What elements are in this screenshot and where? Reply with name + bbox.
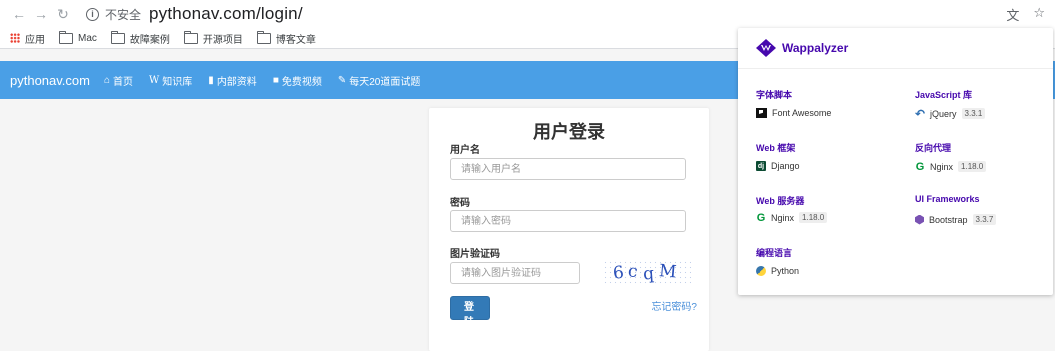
tech-nginx-server[interactable]: G Nginx 1.18.0 [756,211,828,224]
bookmark-label: 开源项目 [202,34,243,46]
captcha-input[interactable] [450,262,580,284]
tech-bootstrap[interactable]: Bootstrap 3.3.7 [915,214,997,225]
pencil-icon: ✎ [337,74,347,86]
password-label: 密码 [450,198,470,209]
folder-icon [110,30,125,44]
back-arrow-icon[interactable]: ← [10,6,28,22]
video-camera-icon: ■ [272,74,279,86]
forward-arrow-icon[interactable]: → [32,6,50,22]
tech-version: 1.18.0 [799,212,828,223]
captcha-image[interactable]: 6 c q M [603,260,691,285]
nav-item-knowledge[interactable]: W 知识库 [149,73,192,88]
wappalyzer-popup: Wappalyzer 字体脚本 Font Awesome Web 框架 dj D… [738,28,1053,295]
bookmark-mac[interactable]: Mac [59,30,97,44]
site-brand-link[interactable]: pythonav.com [10,73,90,88]
bookmark-apps[interactable]: 应用 [10,31,45,46]
tech-name: Nginx [930,161,954,172]
address-bar-url[interactable]: pythonav.com/login/ [149,4,303,24]
tech-jquery[interactable]: ↶ jQuery 3.3.1 [914,106,986,121]
django-icon: dj [756,161,766,171]
tech-python[interactable]: Python [756,266,799,276]
category-programming-language: 编程语言 [756,248,793,258]
nginx-icon: G [915,160,925,173]
home-icon: ⌂ [103,74,111,86]
bootstrap-icon [915,214,924,225]
bookmark-label: 博客文章 [275,34,316,46]
toolbar-right-actions: 文 ☆ [1006,5,1045,24]
wappalyzer-header: Wappalyzer [738,28,1053,69]
bookmark-label: Mac [78,32,97,44]
tech-version: 3.3.1 [961,108,986,119]
font-awesome-flag-icon [756,108,767,118]
wappalyzer-title: Wappalyzer [782,41,849,55]
category-web-framework: Web 框架 [756,143,796,153]
nav-item-label: 免费视频 [281,76,322,88]
tech-version: 1.18.0 [958,161,987,172]
tech-name: Django [771,161,800,171]
book-icon: ▮ [208,74,214,86]
captcha-char: q [642,263,660,285]
username-input[interactable] [450,158,686,180]
category-web-server: Web 服务器 [756,196,805,206]
nav-item-home[interactable]: ⌂ 首页 [104,73,133,88]
tech-name: Bootstrap [929,214,968,225]
folder-icon [183,30,198,44]
tech-name: Nginx [771,212,795,223]
jquery-icon: ↶ [914,106,926,121]
browser-toolbar: ← → ↻ i 不安全 pythonav.com/login/ 文 ☆ [0,0,1055,29]
nav-item-internal-docs[interactable]: ▮ 内部资料 [208,73,257,88]
tech-django[interactable]: dj Django [756,161,800,171]
tech-name: jQuery [930,108,957,119]
bookmark-fault-cases[interactable]: 故障案例 [110,30,170,46]
nav-item-label: 知识库 [162,76,193,88]
reload-icon[interactable]: ↻ [54,6,72,23]
wappalyzer-logo-icon [756,39,776,57]
bookmark-open-source[interactable]: 开源项目 [183,30,243,46]
category-ui-frameworks: UI Frameworks [915,194,980,204]
category-javascript-library: JavaScript 库 [915,90,973,100]
bookmark-label: 故障案例 [129,34,170,46]
login-submit-button[interactable]: 登 陆 [450,296,490,328]
category-font-scripts: 字体脚本 [756,90,793,100]
apps-grid-icon [10,33,20,43]
tech-font-awesome[interactable]: Font Awesome [756,108,831,118]
python-icon [756,266,766,276]
tech-nginx-proxy[interactable]: G Nginx 1.18.0 [915,160,987,173]
login-card: 用户登录 用户名 密码 图片验证码 6 c q M 登 陆 忘记密码? [429,108,709,351]
nav-item-label: 每天20道面试题 [349,76,421,88]
password-input[interactable] [450,210,686,232]
folder-icon [59,30,73,44]
insecure-label[interactable]: 不安全 [105,6,141,23]
bookmark-blog[interactable]: 博客文章 [256,30,316,46]
nginx-icon: G [756,211,766,224]
folder-icon [256,30,271,44]
forgot-password-link[interactable]: 忘记密码? [651,298,697,313]
username-label: 用户名 [450,145,480,156]
captcha-label: 图片验证码 [450,249,500,260]
nav-item-free-videos[interactable]: ■ 免费视频 [273,73,322,88]
captcha-char: M [658,261,683,283]
wikipedia-w-icon: W [149,74,160,86]
bookmark-star-icon[interactable]: ☆ [1033,5,1045,24]
tech-name: Python [771,266,800,276]
info-icon[interactable]: i [86,7,99,21]
bookmark-label: 应用 [25,34,45,46]
category-reverse-proxy: 反向代理 [915,143,952,153]
tech-version: 3.3.7 [972,214,997,225]
nav-item-label: 首页 [113,76,134,88]
nav-item-daily-questions[interactable]: ✎ 每天20道面试题 [338,73,421,88]
translate-icon[interactable]: 文 [1006,5,1019,24]
nav-item-label: 内部资料 [216,76,257,88]
tech-name: Font Awesome [772,108,832,118]
